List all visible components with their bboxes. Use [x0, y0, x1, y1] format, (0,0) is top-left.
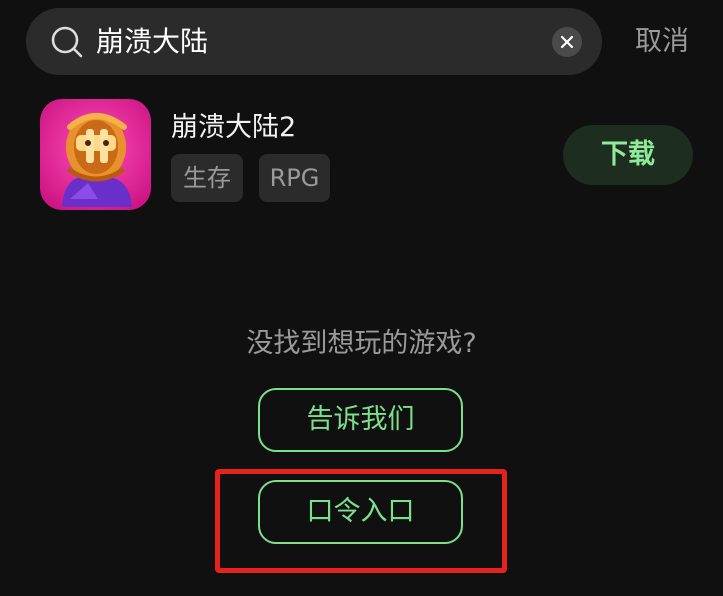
highlight-box	[215, 469, 507, 573]
search-icon	[51, 26, 83, 58]
app-icon[interactable]	[40, 99, 151, 210]
download-button[interactable]: 下载	[563, 125, 693, 185]
tag-survival[interactable]: 生存	[171, 154, 243, 202]
close-icon	[560, 35, 574, 49]
clear-search-button[interactable]	[552, 27, 582, 57]
search-input[interactable]: 崩溃大陆	[96, 8, 208, 75]
tag-rpg[interactable]: RPG	[259, 154, 330, 202]
cancel-button[interactable]: 取消	[622, 8, 702, 75]
search-bar[interactable]: 崩溃大陆	[26, 8, 602, 75]
tell-us-button[interactable]: 告诉我们	[258, 388, 463, 452]
not-found-prompt: 没找到想玩的游戏?	[246, 328, 477, 359]
app-name[interactable]: 崩溃大陆2	[171, 108, 296, 148]
